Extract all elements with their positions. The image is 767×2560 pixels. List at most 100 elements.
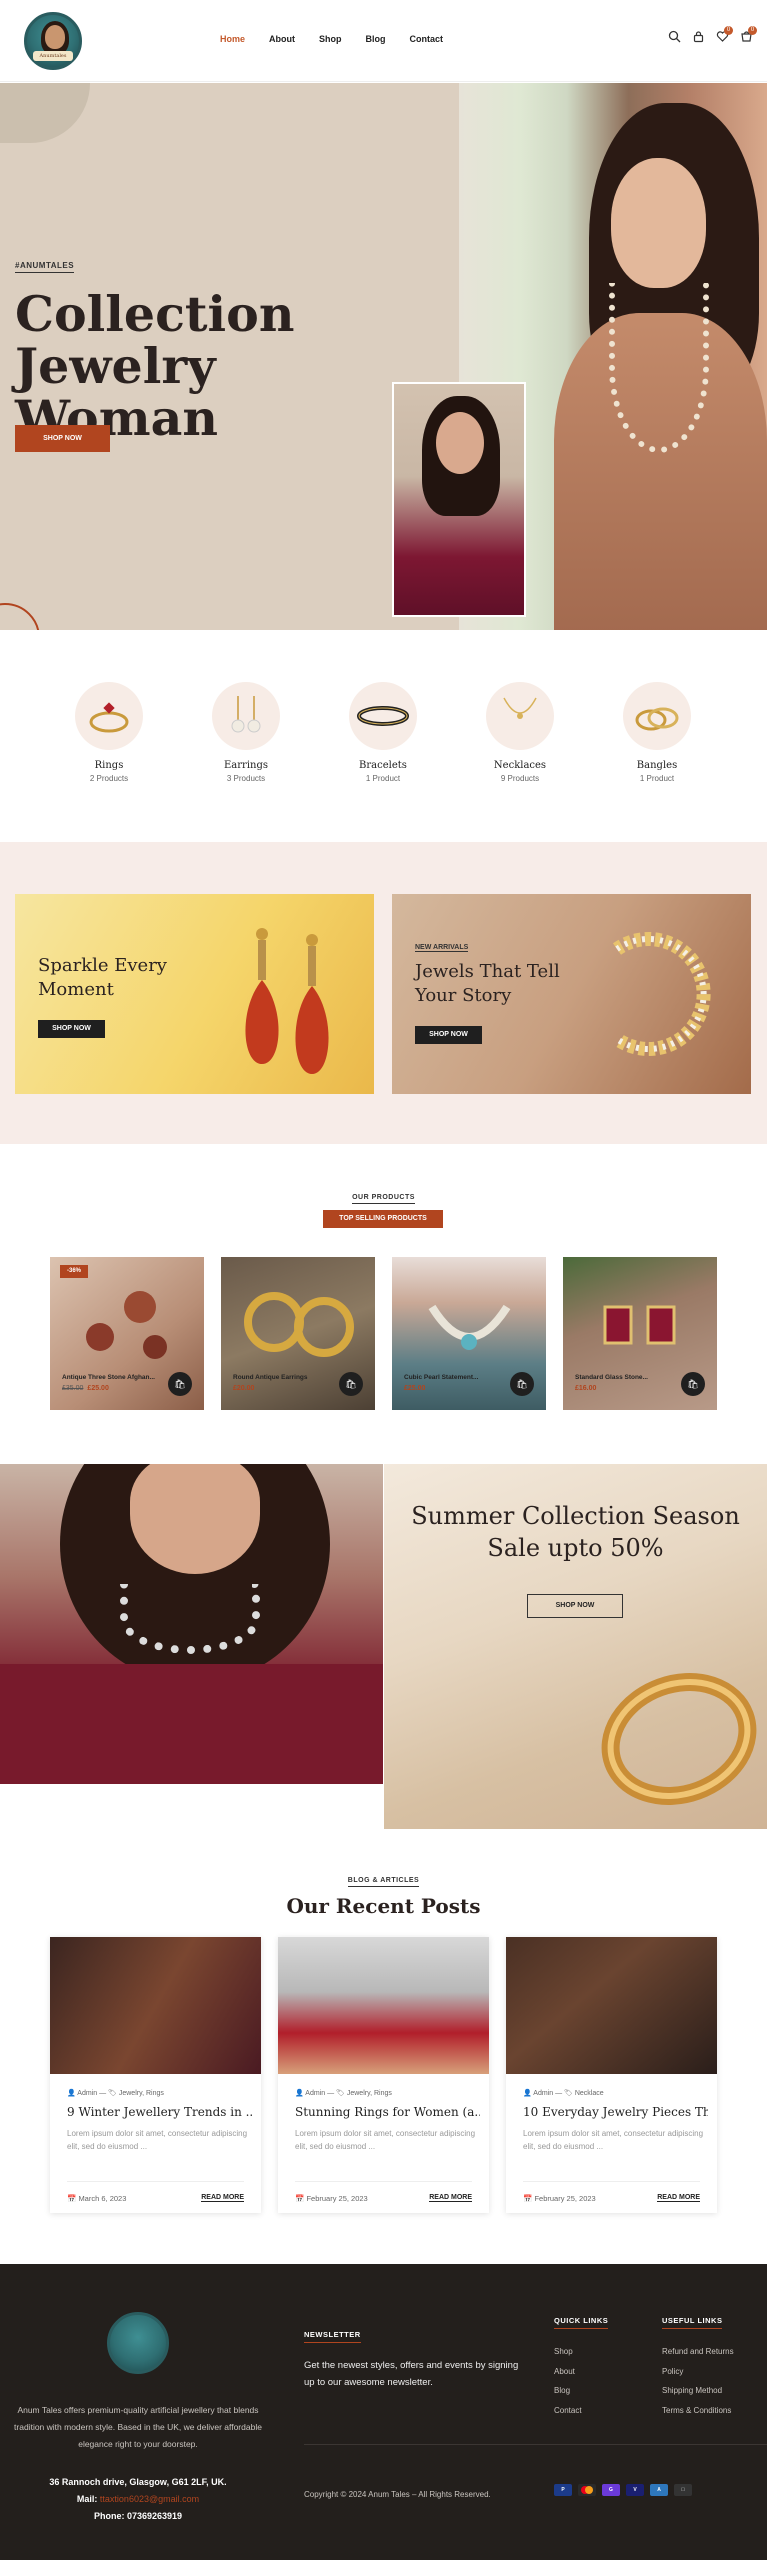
products-label: OUR PRODUCTS: [0, 1194, 767, 1204]
quick-links-heading: QUICK LINKS: [554, 2316, 609, 2329]
top-selling-pill[interactable]: TOP SELLING PRODUCTS: [323, 1210, 443, 1228]
footer-link-terms[interactable]: Terms & Conditions: [662, 2401, 757, 2421]
footer-address: 36 Rannoch drive, Glasgow, G61 2LF, UK.: [49, 2477, 227, 2487]
nav-shop[interactable]: Shop: [319, 34, 342, 44]
post-title[interactable]: 10 Everyday Jewelry Pieces Th...: [523, 2105, 708, 2119]
author-icon: 👤: [523, 2090, 534, 2097]
product-card[interactable]: Cubic Pearl Statement... £25.00 🛍: [392, 1257, 546, 1410]
post-image: [506, 1937, 717, 2074]
read-more-link[interactable]: READ MORE: [429, 2194, 472, 2202]
category-necklaces[interactable]: Necklaces 9 Products: [470, 682, 570, 783]
cart-icon[interactable]: 0: [739, 26, 757, 44]
logo-text: Anumtales: [33, 51, 73, 61]
footer-description: Anum Tales offers premium-quality artifi…: [14, 2405, 262, 2449]
tag-icon: 🏷: [108, 2090, 119, 2097]
hero-leaf-decoration: [0, 83, 90, 143]
blog-label: BLOG & ARTICLES: [0, 1877, 767, 1887]
sale-badge: -36%: [60, 1265, 88, 1278]
category-count: 1 Product: [639, 774, 675, 783]
footer-link-shop[interactable]: Shop: [554, 2342, 582, 2362]
footer-link-blog[interactable]: Blog: [554, 2381, 582, 2401]
product-price: £35.00 £25.00: [62, 1385, 109, 1392]
add-to-cart-icon[interactable]: 🛍: [168, 1372, 192, 1396]
blog-post-card[interactable]: 👤 Admin — 🏷 Jewelry, Rings 9 Winter Jewe…: [50, 1937, 261, 2213]
applepay-icon: : [674, 2484, 692, 2496]
promo-shop-now-button[interactable]: SHOP NOW: [38, 1020, 105, 1038]
product-image: [86, 1291, 167, 1359]
post-image: [50, 1937, 261, 2074]
gpay-icon: G: [602, 2484, 620, 2496]
product-price: £20.00: [233, 1385, 255, 1392]
site-logo[interactable]: Anumtales: [24, 12, 82, 70]
copyright: Copyright © 2024 Anum Tales – All Rights…: [304, 2490, 491, 2499]
author-icon: 👤: [67, 2090, 78, 2097]
main-nav: Home About Shop Blog Contact: [220, 34, 467, 44]
category-earrings[interactable]: Earrings 3 Products: [196, 682, 296, 783]
hero-shop-now-button[interactable]: SHOP NOW: [15, 425, 110, 452]
footer-link-shipping[interactable]: Shipping Method: [662, 2381, 757, 2401]
hero-tag: #ANUMTALES: [15, 261, 75, 273]
footer-divider: [304, 2444, 767, 2445]
wishlist-icon[interactable]: 0: [715, 26, 733, 44]
bracelet-icon: [349, 682, 417, 750]
necklace-icon: [486, 682, 554, 750]
footer-link-contact[interactable]: Contact: [554, 2401, 582, 2421]
category-bangles[interactable]: Bangles 1 Product: [607, 682, 707, 783]
category-name: Rings: [94, 760, 124, 771]
nav-blog[interactable]: Blog: [366, 34, 386, 44]
nav-home[interactable]: Home: [220, 34, 245, 44]
ring-icon: [75, 682, 143, 750]
promo-card-new-arrivals: NEW ARRIVALS Jewels That Tell Your Story…: [392, 894, 751, 1094]
paypal-icon: P: [554, 2484, 572, 2496]
useful-links-list: Refund and Returns Policy Shipping Metho…: [662, 2342, 757, 2420]
category-count: 1 Product: [365, 774, 401, 783]
category-count: 9 Products: [500, 774, 540, 783]
read-more-link[interactable]: READ MORE: [201, 2194, 244, 2202]
wishlist-count-badge: 0: [724, 26, 733, 35]
add-to-cart-icon[interactable]: 🛍: [339, 1372, 363, 1396]
blog-section: BLOG & ARTICLES Our Recent Posts 👤 Admin…: [0, 1829, 767, 2264]
promo-shop-now-button[interactable]: SHOP NOW: [415, 1026, 482, 1044]
product-card[interactable]: Round Antique Earrings £20.00 🛍: [221, 1257, 375, 1410]
footer-link-refund[interactable]: Refund and Returns Policy: [662, 2342, 757, 2381]
hero-arc-decoration: [0, 603, 40, 630]
add-to-cart-icon[interactable]: 🛍: [681, 1372, 705, 1396]
post-title[interactable]: 9 Winter Jewellery Trends in ...: [67, 2105, 252, 2119]
product-card[interactable]: -36% Antique Three Stone Afghan... £35.0…: [50, 1257, 204, 1410]
footer-contact: 36 Rannoch drive, Glasgow, G61 2LF, UK. …: [12, 2474, 264, 2525]
calendar-icon: 📅: [295, 2194, 307, 2203]
quick-links-list: Shop About Blog Contact: [554, 2342, 582, 2420]
site-header: Anumtales Home About Shop Blog Contact 0…: [0, 0, 767, 82]
banner-shop-now-button[interactable]: SHOP NOW: [527, 1594, 623, 1618]
banner-title: Summer Collection Season Sale upto 50%: [411, 1502, 740, 1562]
product-card[interactable]: Standard Glass Stone... £16.00 🛍: [563, 1257, 717, 1410]
nav-contact[interactable]: Contact: [410, 34, 444, 44]
product-name: Cubic Pearl Statement...: [404, 1374, 479, 1381]
cart-count-badge: 0: [748, 26, 757, 35]
user-icon[interactable]: [691, 30, 705, 44]
category-bracelets[interactable]: Bracelets 1 Product: [333, 682, 433, 783]
category-name: Earrings: [224, 760, 268, 771]
blog-post-card[interactable]: 👤 Admin — 🏷 Jewelry, Rings Stunning Ring…: [278, 1937, 489, 2213]
nav-about[interactable]: About: [269, 34, 295, 44]
footer-phone: Phone: 07369263919: [93, 2511, 183, 2521]
read-more-link[interactable]: READ MORE: [657, 2194, 700, 2202]
category-rings[interactable]: Rings 2 Products: [59, 682, 159, 783]
post-excerpt: Lorem ipsum dolor sit amet, consectetur …: [67, 2129, 248, 2151]
post-meta: 👤 Admin — 🏷 Jewelry, Rings: [295, 2090, 392, 2097]
post-meta: 👤 Admin — 🏷 Necklace: [523, 2090, 604, 2097]
category-count: 3 Products: [226, 774, 266, 783]
add-to-cart-icon[interactable]: 🛍: [510, 1372, 534, 1396]
blog-post-card[interactable]: 👤 Admin — 🏷 Necklace 10 Everyday Jewelry…: [506, 1937, 717, 2213]
search-icon[interactable]: [667, 30, 681, 44]
category-name: Bangles: [636, 760, 678, 771]
footer-mail: Mail: ttaxtion6023@gmail.com: [76, 2494, 200, 2504]
footer-logo[interactable]: [107, 2312, 169, 2374]
product-image: [603, 1305, 676, 1345]
post-footer: 📅 February 25, 2023 READ MORE: [523, 2181, 700, 2203]
footer-link-about[interactable]: About: [554, 2362, 582, 2382]
tag-icon: 🏷: [336, 2090, 347, 2097]
post-title[interactable]: Stunning Rings for Women (a...: [295, 2105, 480, 2119]
post-excerpt: Lorem ipsum dolor sit amet, consectetur …: [523, 2129, 704, 2151]
tag-icon: 🏷: [564, 2090, 575, 2097]
